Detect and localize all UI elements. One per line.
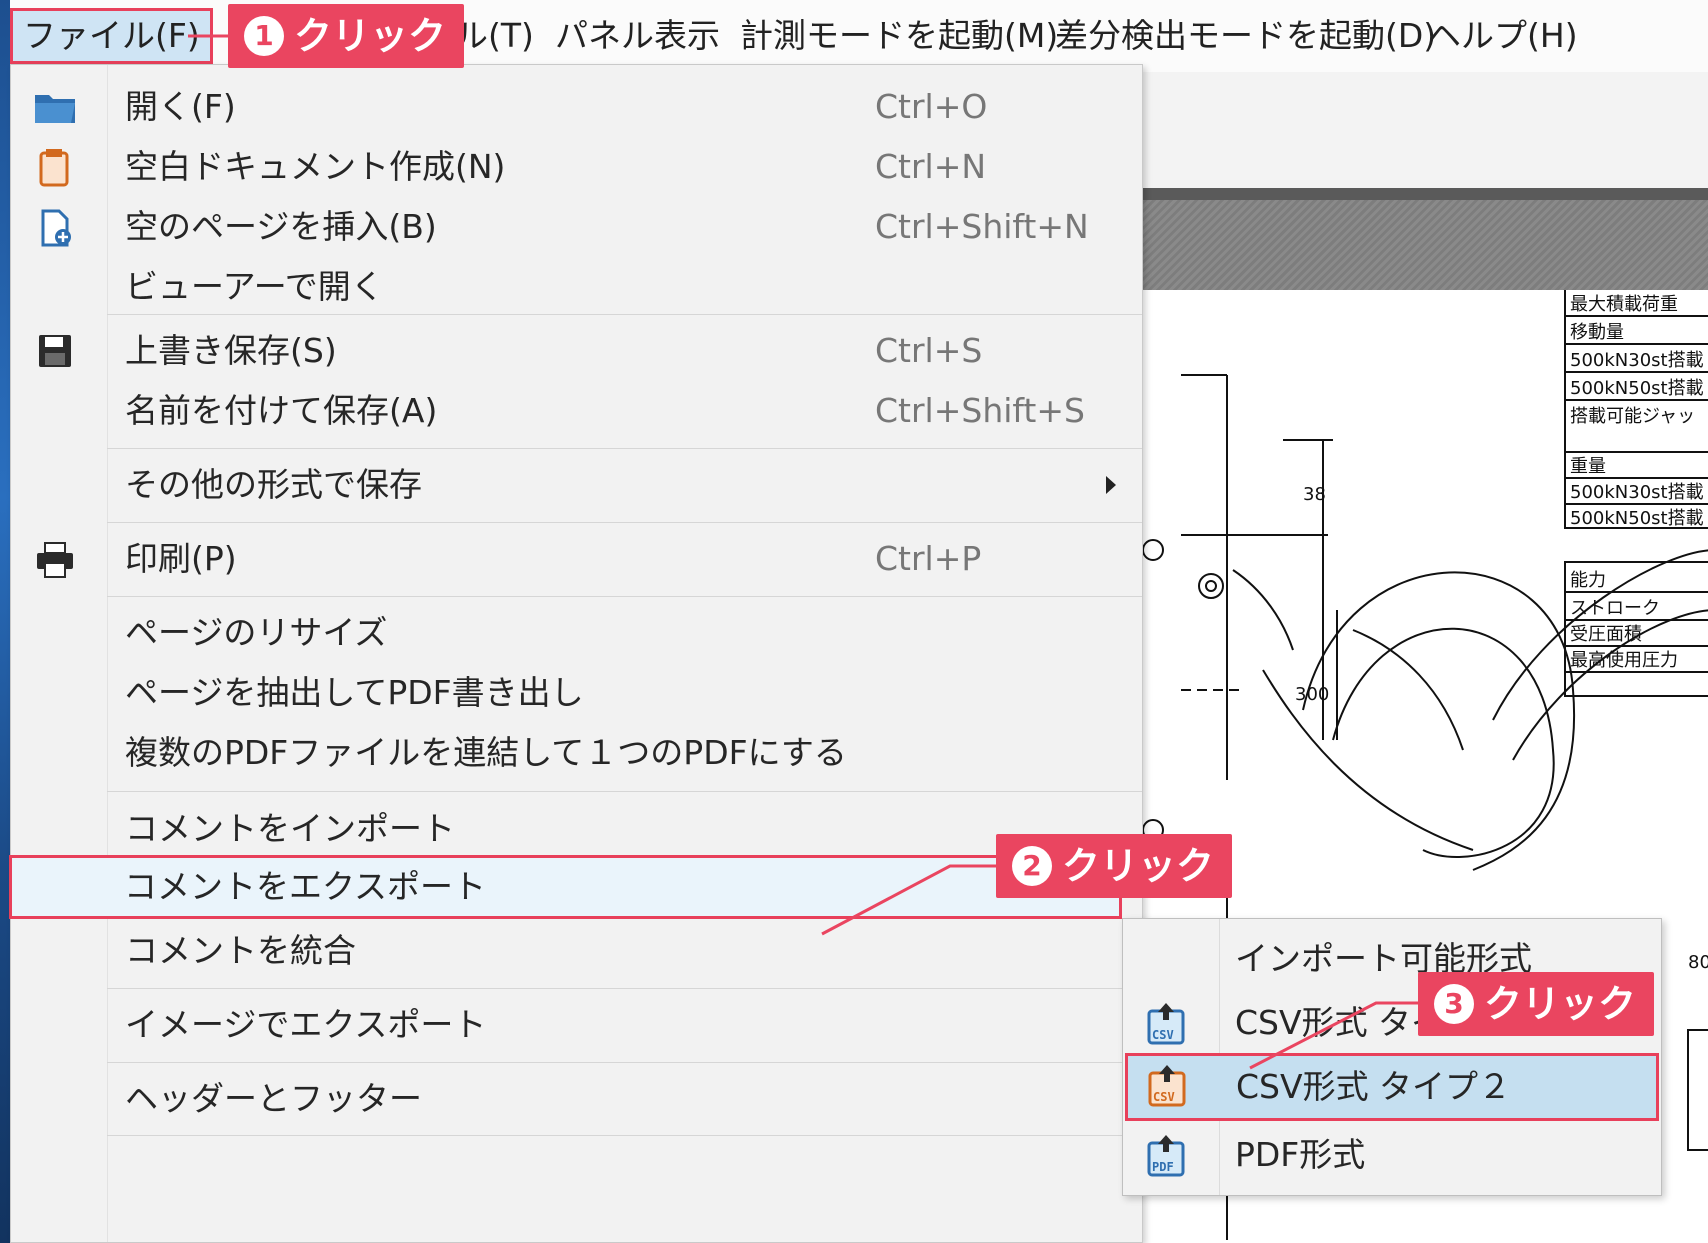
callout-text: クリック bbox=[294, 14, 447, 58]
spec-label: 500kN50st搭載 bbox=[1570, 378, 1704, 399]
menu-separator bbox=[107, 596, 1142, 597]
export-comments-submenu: インポート可能形式 CSV CSV形式 タイプ１ CSV CSV形式 タイプ２ … bbox=[1122, 918, 1662, 1196]
csv-export-icon: CSV bbox=[1147, 1003, 1185, 1045]
menu-item-label: 上書き保存(S) bbox=[125, 331, 337, 370]
spec-label: ストローク bbox=[1570, 598, 1660, 619]
menu-item-resize-pages[interactable]: ページのリサイズ bbox=[11, 603, 1142, 663]
menu-item-save-other-format[interactable]: その他の形式で保存 bbox=[11, 455, 1142, 515]
insert-page-icon bbox=[41, 209, 71, 247]
menu-item-shortcut: Ctrl+Shift+N bbox=[875, 207, 1089, 246]
menu-item-label: 空白ドキュメント作成(N) bbox=[125, 147, 506, 186]
step-number-badge: 2 bbox=[1012, 845, 1052, 886]
toolbar-area bbox=[1143, 72, 1708, 188]
menu-item-label: ヘッダーとフッター bbox=[125, 1079, 422, 1118]
menu-separator bbox=[107, 988, 1142, 989]
spec-label: 移動量 bbox=[1570, 322, 1624, 343]
submenu-item-label: PDF形式 bbox=[1235, 1135, 1366, 1174]
printer-icon bbox=[37, 542, 73, 578]
menu-separator bbox=[107, 1062, 1142, 1063]
menu-separator bbox=[107, 522, 1142, 523]
menu-item-header-footer[interactable]: ヘッダーとフッター bbox=[11, 1069, 1142, 1129]
file-menu: 開く(F) Ctrl+O 空白ドキュメント作成(N) Ctrl+N 空のページを… bbox=[9, 64, 1143, 1243]
callout-text: クリック bbox=[1484, 982, 1637, 1026]
menu-item-export-comments[interactable]: コメントをエクスポート bbox=[9, 855, 1122, 919]
menu-item-label: 空のページを挿入(B) bbox=[125, 207, 437, 246]
submenu-item-pdf[interactable]: PDF PDF形式 bbox=[1123, 1123, 1661, 1187]
menu-separator bbox=[107, 1135, 1142, 1136]
menu-item-label: イメージでエクスポート bbox=[125, 1005, 487, 1044]
menu-measure-mode[interactable]: 計測モードを起動(M) bbox=[740, 8, 1058, 64]
menu-item-label: 名前を付けて保存(A) bbox=[125, 391, 438, 430]
document-header-edge bbox=[1143, 188, 1708, 200]
menu-item-print[interactable]: 印刷(P) Ctrl+P bbox=[11, 529, 1142, 589]
menu-item-label: コメントを統合 bbox=[125, 931, 356, 970]
menu-item-new-blank[interactable]: 空白ドキュメント作成(N) Ctrl+N bbox=[11, 137, 1142, 197]
menu-item-label: ページを抽出してPDF書き出し bbox=[125, 673, 584, 712]
menu-item-label: 印刷(P) bbox=[125, 539, 237, 578]
save-icon bbox=[39, 335, 71, 367]
menu-separator bbox=[107, 314, 1142, 315]
menu-panel-view[interactable]: パネル表示 bbox=[555, 8, 720, 64]
menu-item-shortcut: Ctrl+P bbox=[875, 539, 982, 578]
submenu-arrow-icon bbox=[1106, 476, 1116, 494]
menu-item-merge-comments[interactable]: コメントを統合 bbox=[11, 921, 1142, 981]
svg-text:CSV: CSV bbox=[1152, 1028, 1174, 1042]
spec-label: 能力 bbox=[1570, 570, 1606, 591]
menu-help[interactable]: ヘルプ(H) bbox=[1428, 8, 1578, 64]
spec-label: 搭載可能ジャッ bbox=[1570, 406, 1695, 427]
menu-item-save[interactable]: 上書き保存(S) Ctrl+S bbox=[11, 321, 1142, 381]
folder-open-icon bbox=[35, 95, 75, 123]
step-number-badge: 1 bbox=[244, 15, 284, 56]
blank-document-icon bbox=[39, 149, 69, 187]
dimension-label: 38 bbox=[1303, 484, 1326, 505]
document-header-band bbox=[1143, 188, 1708, 290]
spec-label: 重量 bbox=[1570, 456, 1606, 477]
menu-item-label: ページのリサイズ bbox=[125, 613, 388, 652]
callout-step-3: 3 クリック bbox=[1418, 972, 1655, 1036]
menu-item-shortcut: Ctrl+O bbox=[875, 87, 988, 126]
spec-label: 500kN30st搭載 bbox=[1570, 350, 1704, 371]
dimension-label: 80 bbox=[1688, 952, 1708, 973]
menu-item-shortcut: Ctrl+Shift+S bbox=[875, 391, 1085, 430]
submenu-item-csv-type2[interactable]: CSV CSV形式 タイプ２ bbox=[1125, 1053, 1659, 1121]
menu-item-open-in-viewer[interactable]: ビューアーで開く bbox=[11, 257, 1142, 317]
spec-label: 最大積載荷重 bbox=[1570, 294, 1678, 315]
menu-item-shortcut: Ctrl+S bbox=[875, 331, 983, 370]
menu-item-label: 複数のPDFファイルを連結して１つのPDFにする bbox=[125, 733, 847, 772]
menu-file[interactable]: ファイル(F) bbox=[10, 8, 213, 64]
svg-text:PDF: PDF bbox=[1152, 1160, 1174, 1174]
step-number-badge: 3 bbox=[1434, 983, 1474, 1024]
menu-item-label: 開く(F) bbox=[125, 87, 236, 126]
spec-label: 最高使用圧力 bbox=[1570, 650, 1678, 671]
svg-text:CSV: CSV bbox=[1153, 1090, 1175, 1104]
menu-item-save-as[interactable]: 名前を付けて保存(A) Ctrl+Shift+S bbox=[11, 381, 1142, 441]
menu-item-merge-pdfs[interactable]: 複数のPDFファイルを連結して１つのPDFにする bbox=[11, 723, 1142, 783]
pdf-export-icon: PDF bbox=[1147, 1135, 1185, 1177]
dimension-label: 300 bbox=[1295, 684, 1329, 705]
menu-item-open[interactable]: 開く(F) Ctrl+O bbox=[11, 77, 1142, 137]
menu-item-insert-page[interactable]: 空のページを挿入(B) Ctrl+Shift+N bbox=[11, 197, 1142, 257]
csv-export-icon: CSV bbox=[1148, 1065, 1186, 1107]
menu-separator bbox=[107, 791, 1142, 792]
menu-item-shortcut: Ctrl+N bbox=[875, 147, 987, 186]
spec-label: 500kN30st搭載 bbox=[1570, 482, 1704, 503]
menu-item-label: その他の形式で保存 bbox=[125, 465, 422, 504]
callout-step-1: 1 クリック bbox=[228, 4, 465, 68]
menu-item-label: ビューアーで開く bbox=[125, 267, 384, 306]
menu-item-export-image[interactable]: イメージでエクスポート bbox=[11, 995, 1142, 1055]
menu-tools[interactable]: ル(T) bbox=[455, 8, 534, 64]
menu-separator bbox=[107, 448, 1142, 449]
spec-label: 受圧面積 bbox=[1570, 624, 1642, 645]
menu-diff-mode[interactable]: 差分検出モードを起動(D) bbox=[1055, 8, 1436, 64]
menu-item-label: コメントをエクスポート bbox=[124, 867, 487, 906]
menu-item-extract-pages[interactable]: ページを抽出してPDF書き出し bbox=[11, 663, 1142, 723]
menu-item-import-comments[interactable]: コメントをインポート bbox=[11, 799, 1142, 859]
spec-label: 500kN50st搭載 bbox=[1570, 508, 1704, 529]
submenu-item-label: CSV形式 タイプ２ bbox=[1236, 1067, 1512, 1106]
callout-step-2: 2 クリック bbox=[996, 834, 1233, 898]
callout-text: クリック bbox=[1062, 844, 1215, 888]
menu-item-label: コメントをインポート bbox=[125, 809, 455, 848]
desktop-edge bbox=[0, 0, 10, 1243]
